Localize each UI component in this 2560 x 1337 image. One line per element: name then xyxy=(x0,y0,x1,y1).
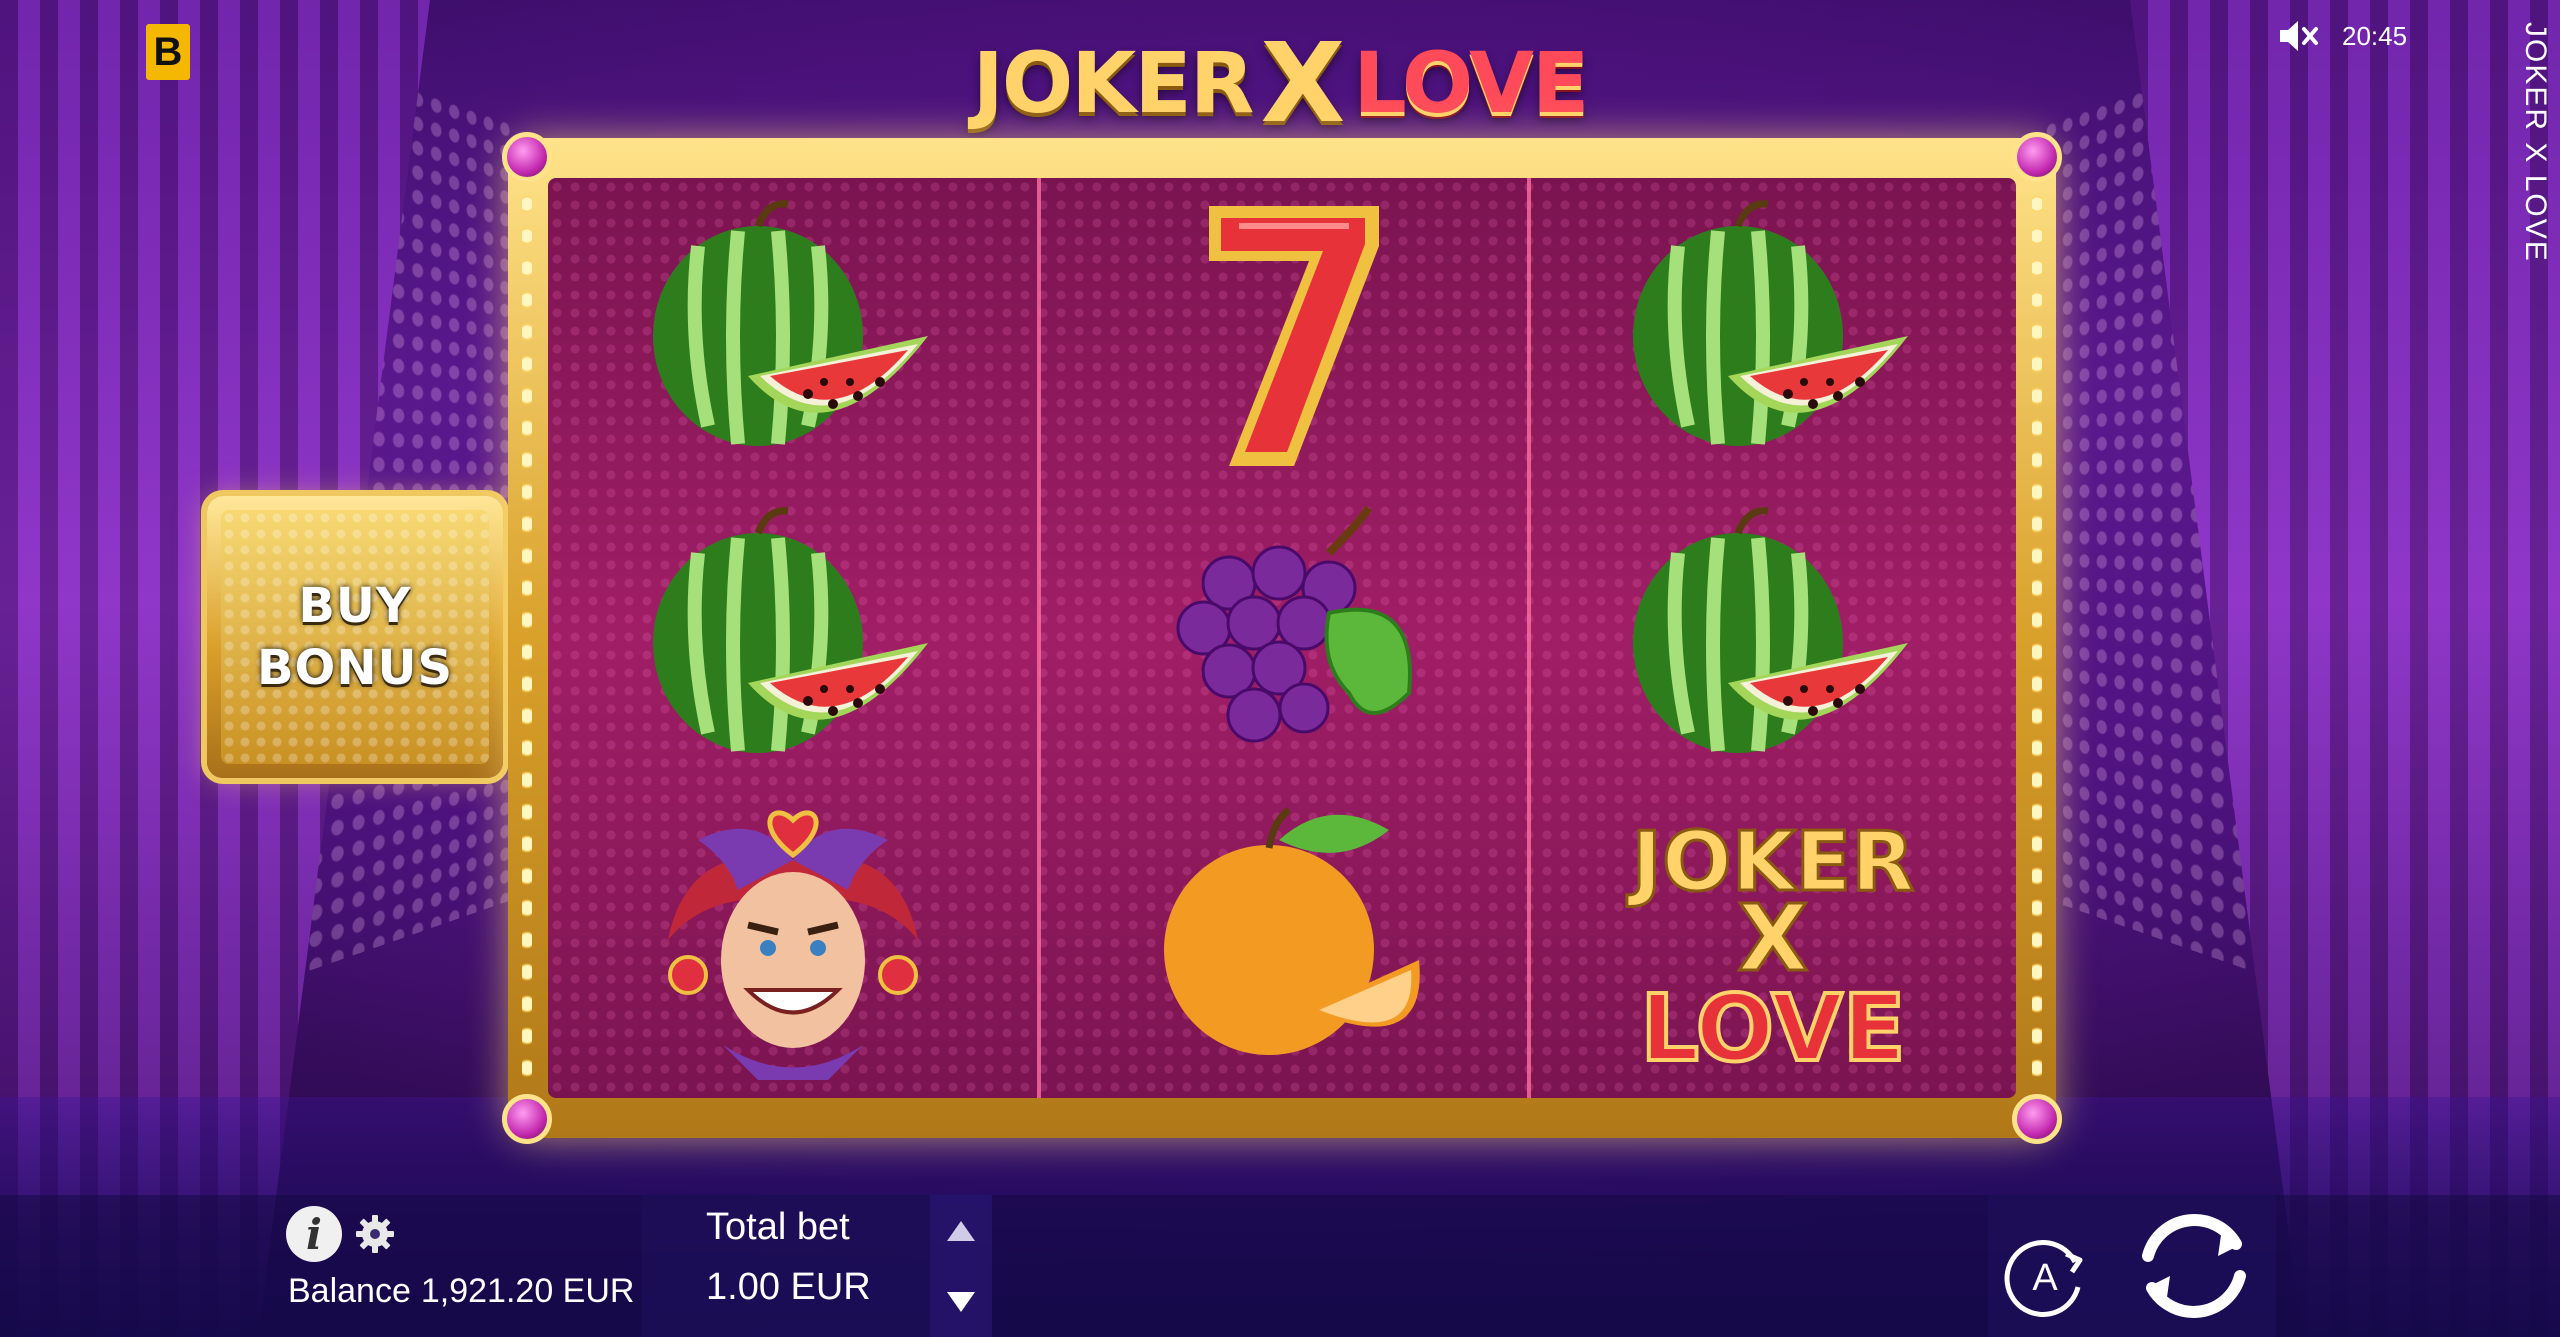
buy-bonus-line1: BUY xyxy=(298,578,412,634)
watermelon-icon xyxy=(652,200,928,447)
brand-badge: B xyxy=(146,24,190,80)
symbol-orange xyxy=(1041,791,1526,1098)
clock: 20:45 xyxy=(2342,20,2408,51)
spin-arrows-icon xyxy=(2142,1214,2246,1318)
joker-jester-icon xyxy=(667,810,918,1080)
frame-gem xyxy=(502,1094,552,1144)
lucky-seven-icon xyxy=(1208,206,1379,467)
info-icon[interactable]: i xyxy=(286,1206,342,1262)
frame-gem xyxy=(502,132,552,182)
frame-gem xyxy=(2012,1094,2062,1144)
status-area: 20:45 xyxy=(2276,16,2407,56)
watermelon-icon xyxy=(1633,200,1909,447)
symbol-seven xyxy=(1041,178,1526,485)
watermelon-icon xyxy=(1633,507,1909,753)
game-title-vertical: JOKER X LOVE xyxy=(2519,22,2552,263)
logo-word-love: LOVE xyxy=(1353,34,1589,132)
autoplay-label: A xyxy=(2032,1257,2058,1299)
balance-label: Balance xyxy=(288,1272,411,1310)
logo-x: X xyxy=(1260,19,1346,147)
logo-symbol-word2: LOVE xyxy=(1641,975,1906,1082)
symbol-joker-x-love-logo: JOKER X LOVE xyxy=(1531,791,2016,1098)
watermelon-icon xyxy=(652,507,928,753)
symbol-grapes xyxy=(1041,485,1526,792)
total-bet-label: Total bet xyxy=(706,1206,850,1248)
reel-area: JOKER X LOVE xyxy=(548,178,2016,1098)
reel-2 xyxy=(1037,178,1526,1098)
autoplay-button[interactable]: A xyxy=(2000,1232,2090,1322)
buy-bonus-button[interactable]: BUY BONUS xyxy=(207,496,503,778)
spin-button[interactable] xyxy=(2124,1204,2264,1328)
symbol-watermelon xyxy=(548,485,1037,792)
total-bet-value: 1.00 EUR xyxy=(706,1266,871,1308)
buy-bonus-line2: BONUS xyxy=(256,640,454,696)
reel-frame: JOKER X LOVE xyxy=(502,132,2062,1144)
gear-icon[interactable] xyxy=(354,1213,396,1255)
symbol-joker xyxy=(548,791,1037,1098)
frame-gem xyxy=(2012,132,2062,182)
joker-x-love-logo-icon: JOKER X LOVE xyxy=(1625,813,1916,1084)
buy-bonus-face: BUY BONUS xyxy=(221,510,489,764)
symbol-watermelon xyxy=(1531,485,2016,792)
grapes-icon xyxy=(1176,505,1412,743)
orange-icon xyxy=(1163,806,1420,1055)
reel-1 xyxy=(548,178,1037,1098)
game-logo: JOKER X LOVE xyxy=(960,18,1600,148)
symbol-watermelon xyxy=(1531,178,2016,485)
balance-value: 1,921.20 EUR xyxy=(420,1272,635,1310)
bet-decrease-icon[interactable] xyxy=(947,1291,975,1312)
balance-display: Balance 1,921.20 EUR xyxy=(288,1272,634,1311)
logo-word-joker: JOKER xyxy=(972,34,1255,132)
bet-increase-icon[interactable] xyxy=(947,1220,975,1241)
bet-stepper xyxy=(930,1195,992,1337)
reel-3: JOKER X LOVE xyxy=(1526,178,2016,1098)
speaker-muted-icon[interactable] xyxy=(2276,16,2320,56)
symbol-watermelon xyxy=(548,178,1037,485)
